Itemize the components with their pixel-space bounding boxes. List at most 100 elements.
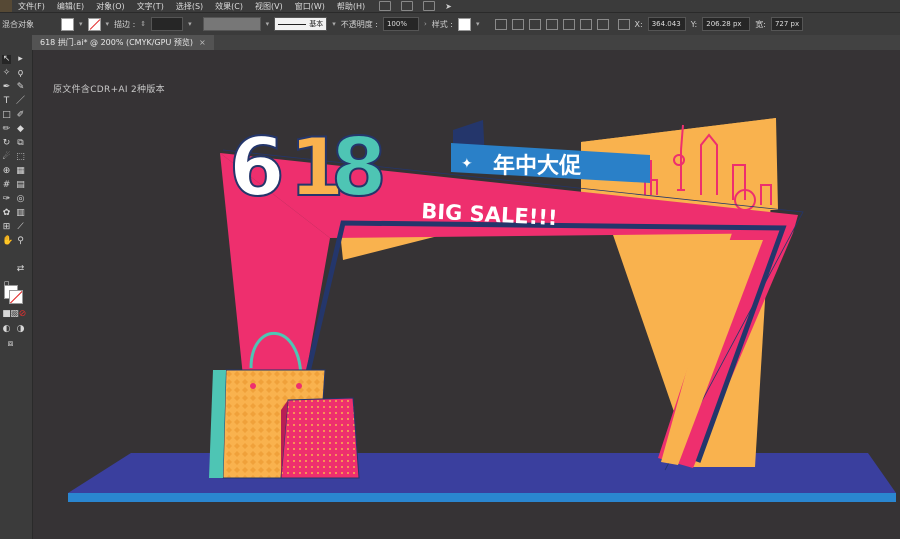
align-bottom-icon[interactable]	[596, 18, 609, 30]
draw-mode-icon[interactable]: ◐	[2, 325, 11, 334]
free-transform-tool-icon[interactable]: ⬚	[16, 153, 25, 162]
menu-effect[interactable]: 效果(C)	[209, 1, 249, 12]
stock-icon[interactable]	[401, 1, 414, 11]
reference-point-icon[interactable]	[617, 18, 630, 30]
document-tab[interactable]: 618 拱门.ai* @ 200% (CMYK/GPU 预览) ×	[32, 35, 214, 50]
stroke-swatch[interactable]	[87, 17, 101, 31]
pen-tool-icon[interactable]: ✒	[2, 83, 11, 92]
menu-window[interactable]: 窗口(W)	[289, 1, 331, 12]
variable-width-field[interactable]	[202, 17, 261, 31]
graphic-style-swatch[interactable]	[458, 17, 472, 31]
shopping-bag-pink	[280, 397, 360, 479]
line-tool-icon[interactable]: ／	[16, 97, 25, 106]
swap-fill-stroke-icon[interactable]: ⇄	[16, 265, 25, 274]
fill-swatch[interactable]	[61, 17, 74, 31]
blend-tool-icon[interactable]: ◎	[16, 195, 25, 204]
lasso-tool-icon[interactable]: ϙ	[16, 69, 25, 78]
none-mode-icon[interactable]: ⊘	[18, 310, 27, 319]
style-label: 样式 :	[431, 19, 454, 29]
rotate-tool-icon[interactable]: ↻	[2, 139, 11, 148]
badge-star-icon: ✦	[461, 156, 473, 172]
stroke-box-icon[interactable]	[9, 290, 23, 304]
opacity-dropdown-icon[interactable]: ›	[424, 20, 427, 28]
warp-tool-icon[interactable]: ☄	[2, 153, 11, 162]
menu-object[interactable]: 对象(O)	[90, 1, 131, 12]
badge-text: 年中大促	[493, 153, 581, 179]
style-dropdown-icon[interactable]: ▾	[476, 20, 480, 28]
arrange-documents-icon[interactable]	[423, 1, 436, 11]
symbol-sprayer-tool-icon[interactable]: ✿	[2, 209, 11, 218]
zoom-tool-icon[interactable]: ⚲	[16, 237, 25, 246]
send-icon[interactable]: ➤	[445, 2, 455, 11]
x-label: X:	[634, 19, 643, 29]
type-tool-icon[interactable]: T	[2, 97, 11, 106]
align-middle-icon[interactable]	[579, 18, 592, 30]
magic-wand-tool-icon[interactable]: ✧	[2, 69, 11, 78]
screen-mode-icon[interactable]: ⧈	[6, 340, 15, 349]
x-field[interactable]: 364.043	[647, 17, 686, 31]
artboard-canvas[interactable]: 原文件含CDR+AI 2种版本 6 1 8 年中大促 ✦ BIG SALE!!!	[33, 50, 900, 539]
document-tab-bar: 618 拱门.ai* @ 200% (CMYK/GPU 预览) ×	[32, 35, 900, 50]
align-left-icon[interactable]	[511, 18, 524, 30]
number-digit-6: 6	[229, 121, 285, 214]
menu-file[interactable]: 文件(F)	[12, 1, 51, 12]
inside-draw-icon[interactable]: ◑	[16, 325, 25, 334]
menu-view[interactable]: 视图(V)	[249, 1, 289, 12]
w-label: 宽:	[755, 19, 766, 29]
floor-platform	[68, 453, 896, 502]
brush-dropdown-icon[interactable]: ▾	[332, 20, 336, 28]
recolor-icon[interactable]	[494, 18, 507, 30]
control-bar: 混合对象 ▾ ▾ 描边 : ⇕ ▾ ▾ 基本 ▾ 不透明度 : 100% › 样…	[0, 12, 900, 36]
opacity-label: 不透明度 :	[340, 19, 378, 29]
arch-artwork[interactable]: 6 1 8 年中大促 ✦ BIG SALE!!!	[33, 50, 900, 539]
w-field[interactable]: 727 px	[770, 17, 803, 31]
y-field[interactable]: 206.28 px	[702, 17, 751, 31]
align-right-icon[interactable]	[545, 18, 558, 30]
stroke-weight-stepper[interactable]: ⇕	[140, 20, 146, 28]
align-top-icon[interactable]	[562, 18, 575, 30]
variable-width-dropdown-icon[interactable]: ▾	[266, 20, 270, 28]
rectangle-tool-icon[interactable]: □	[2, 111, 11, 120]
shaper-tool-icon[interactable]: ✏	[2, 125, 11, 134]
menu-help[interactable]: 帮助(H)	[331, 1, 371, 12]
hand-tool-icon[interactable]: ✋	[2, 237, 13, 246]
stroke-label: 描边 :	[114, 19, 136, 29]
fill-stroke-indicator[interactable]	[4, 285, 23, 304]
scale-tool-icon[interactable]: ⧉	[16, 139, 25, 148]
selection-label: 混合对象	[2, 19, 34, 29]
fill-dropdown-icon[interactable]: ▾	[79, 20, 83, 28]
close-tab-icon[interactable]: ×	[199, 38, 206, 47]
opacity-field[interactable]: 100%	[382, 17, 419, 31]
brush-definition[interactable]: 基本	[274, 17, 328, 31]
stroke-dropdown-icon[interactable]: ▾	[106, 20, 110, 28]
floor-top	[68, 453, 896, 493]
curvature-tool-icon[interactable]: ✎	[16, 83, 25, 92]
mesh-tool-icon[interactable]: #	[2, 181, 11, 190]
align-center-icon[interactable]	[528, 18, 541, 30]
menu-edit[interactable]: 编辑(E)	[51, 1, 90, 12]
number-618: 6 1 8	[228, 120, 388, 215]
eraser-tool-icon[interactable]: ◆	[16, 125, 25, 134]
stroke-weight-dropdown-icon[interactable]: ▾	[188, 20, 192, 28]
bridge-icon[interactable]	[379, 1, 392, 11]
direct-selection-tool-icon[interactable]: ▸	[16, 55, 25, 64]
stroke-weight-field[interactable]	[151, 17, 184, 31]
perspective-grid-tool-icon[interactable]: ▦	[16, 167, 25, 176]
workspace-icons: ➤	[379, 1, 455, 11]
slice-tool-icon[interactable]: ⟋	[16, 223, 25, 232]
app-logo	[0, 0, 12, 12]
menu-type[interactable]: 文字(T)	[131, 1, 170, 12]
graph-tool-icon[interactable]: ▥	[16, 209, 25, 218]
selection-tool-icon[interactable]: ↖	[2, 55, 11, 64]
shape-builder-tool-icon[interactable]: ⊕	[2, 167, 11, 176]
paintbrush-tool-icon[interactable]: ✐	[16, 111, 25, 120]
tools-panel: ↖ ▸ ✧ ϙ ✒ ✎ T ／ □ ✐ ✏ ◆ ↻ ⧉ ☄ ⬚ ⊕ ▦ # ▤ …	[0, 35, 33, 539]
document-tab-title: 618 拱门.ai* @ 200% (CMYK/GPU 预览)	[40, 38, 193, 47]
stroke-style-label: 基本	[309, 20, 324, 28]
gradient-tool-icon[interactable]: ▤	[16, 181, 25, 190]
menu-select[interactable]: 选择(S)	[170, 1, 209, 12]
artboard-tool-icon[interactable]: ⊞	[2, 223, 11, 232]
y-label: Y:	[690, 19, 698, 29]
floor-front	[68, 493, 896, 502]
eyedropper-tool-icon[interactable]: ✑	[2, 195, 11, 204]
